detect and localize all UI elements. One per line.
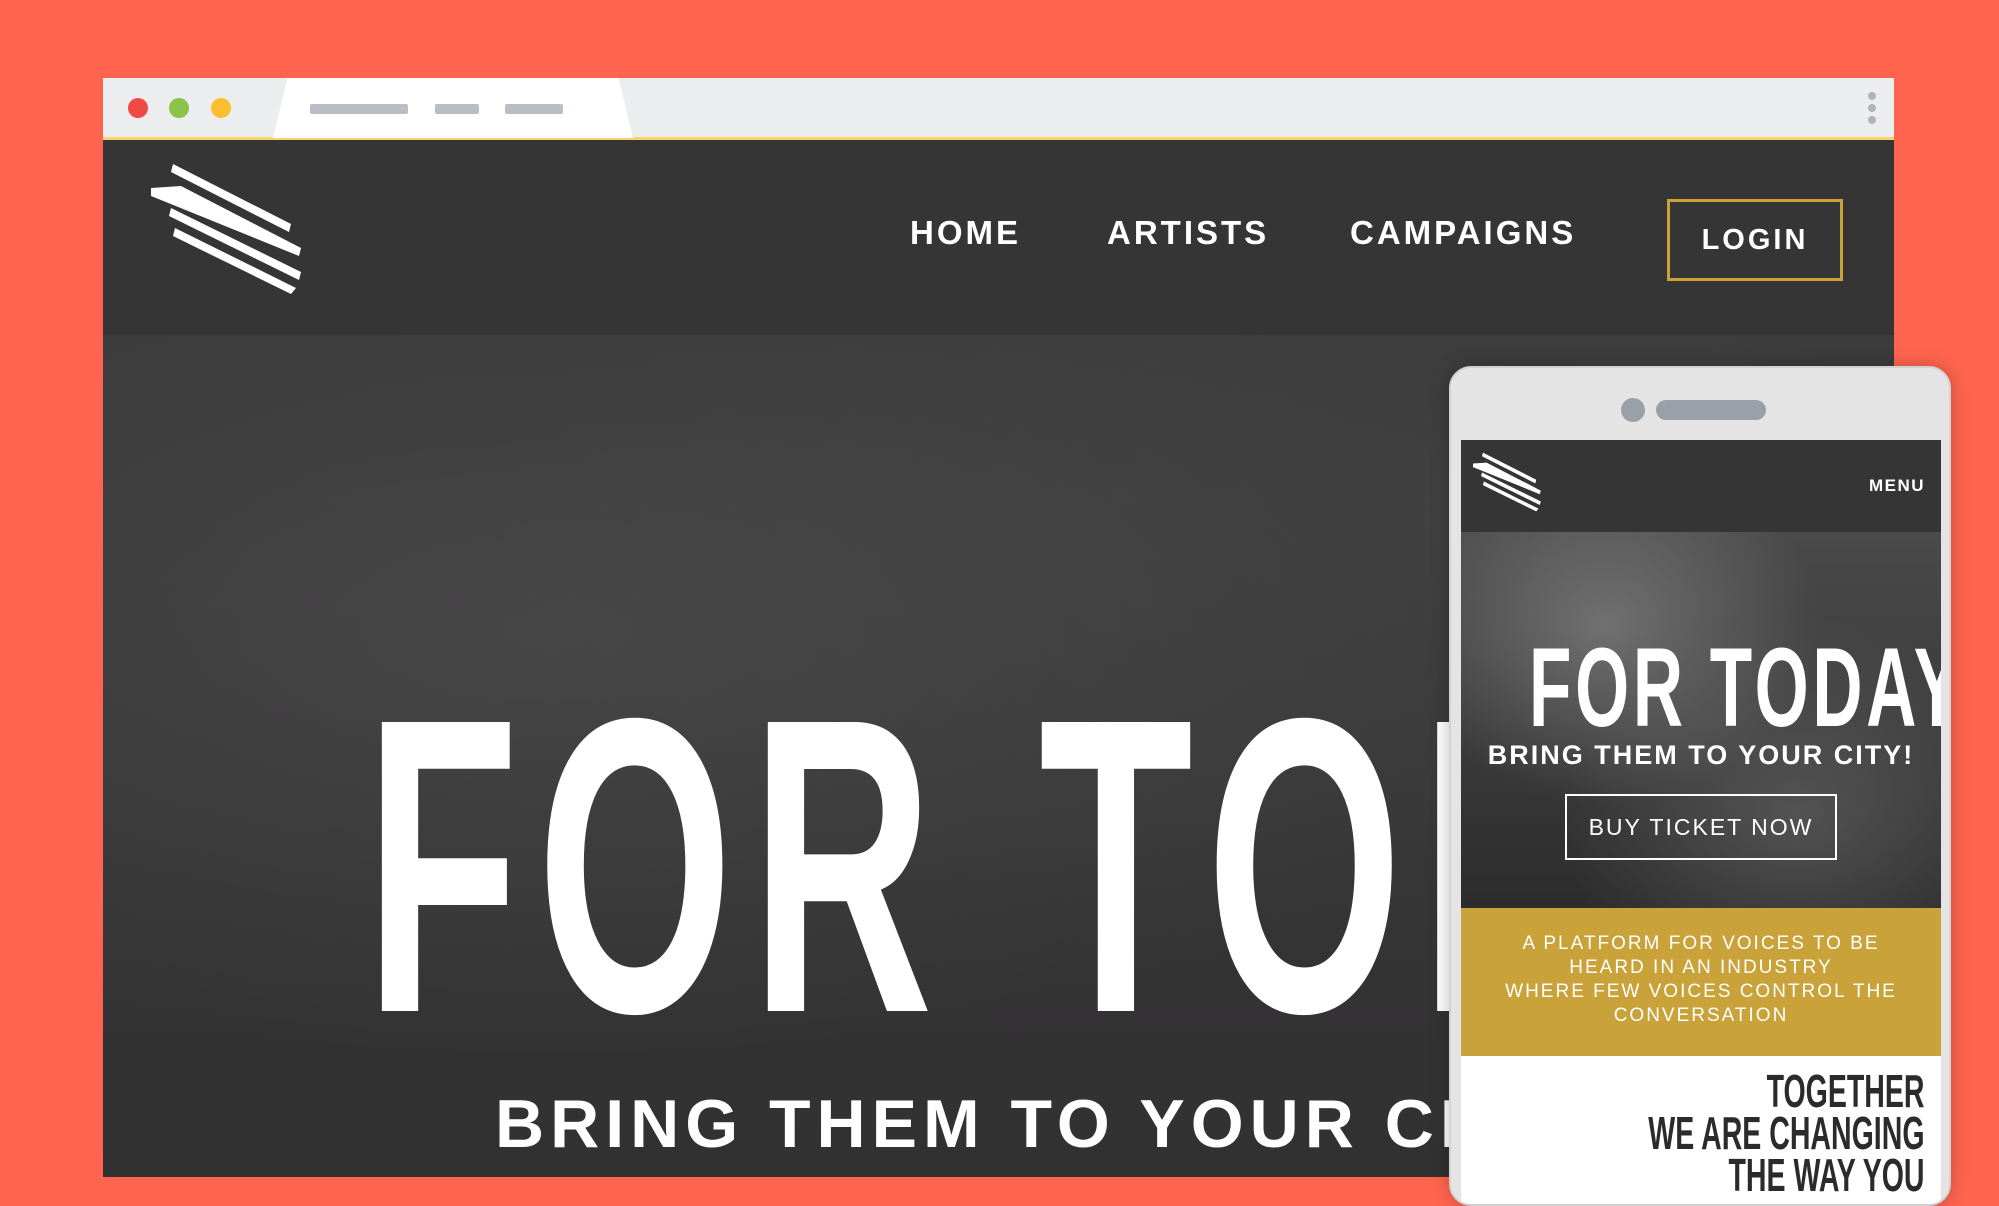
tagline-line: CONVERSATION	[1613, 1005, 1789, 1026]
tagline-line: HEARD IN AN INDUSTRY	[1569, 957, 1833, 978]
nav-campaigns[interactable]: CAMPAIGNS	[1350, 214, 1576, 252]
tagline-line: WHERE FEW VOICES CONTROL THE	[1505, 981, 1897, 1002]
tagline-line: A PLATFORM FOR VOICES TO BE	[1522, 933, 1880, 954]
minimize-window-button[interactable]	[211, 98, 231, 118]
nav-artists[interactable]: ARTISTS	[1107, 214, 1269, 252]
phone-camera	[1621, 398, 1645, 422]
headline-line: TOGETHER	[1767, 1065, 1925, 1117]
headline-line: THE WAY YOU	[1728, 1149, 1925, 1201]
maximize-window-button[interactable]	[169, 98, 189, 118]
browser-menu-icon[interactable]	[1868, 92, 1876, 128]
hero-subtitle: BRING THEM TO YOUR CITY	[495, 1086, 1564, 1162]
mobile-hero: FOR TODAY BRING THEM TO YOUR CITY! BUY T…	[1461, 532, 1941, 908]
browser-chrome	[103, 78, 1894, 140]
headline-line: WE ARE CHANGING	[1648, 1107, 1925, 1159]
login-button[interactable]: LOGIN	[1667, 199, 1843, 281]
tab-placeholder-bar	[505, 104, 563, 114]
site-logo-icon[interactable]	[151, 164, 306, 294]
site-header: HOME ARTISTS CAMPAIGNS	[103, 140, 1894, 335]
close-window-button[interactable]	[128, 98, 148, 118]
phone-speaker	[1656, 400, 1766, 420]
mobile-device: MENU FOR TODAY BRING THEM TO YOUR CITY! …	[1449, 366, 1951, 1206]
mobile-headline: TOGETHER WE ARE CHANGING THE WAY YOU	[1479, 1065, 1925, 1201]
mobile-tagline: A PLATFORM FOR VOICES TO BE HEARD IN AN …	[1461, 908, 1941, 1056]
buy-ticket-button[interactable]: BUY TICKET NOW	[1565, 794, 1837, 860]
mobile-menu-button[interactable]: MENU	[1869, 476, 1925, 496]
mobile-screen: MENU FOR TODAY BRING THEM TO YOUR CITY! …	[1461, 440, 1941, 1204]
browser-tab[interactable]	[273, 78, 633, 138]
nav-home[interactable]: HOME	[910, 214, 1021, 252]
mobile-hero-subtitle: BRING THEM TO YOUR CITY!	[1487, 740, 1915, 770]
mobile-logo-icon[interactable]	[1473, 452, 1543, 512]
mobile-hero-title: FOR TODAY	[1529, 625, 1941, 750]
tab-placeholder-bar	[435, 104, 479, 114]
mobile-header: MENU	[1461, 440, 1941, 532]
tab-placeholder-bar	[310, 104, 408, 114]
